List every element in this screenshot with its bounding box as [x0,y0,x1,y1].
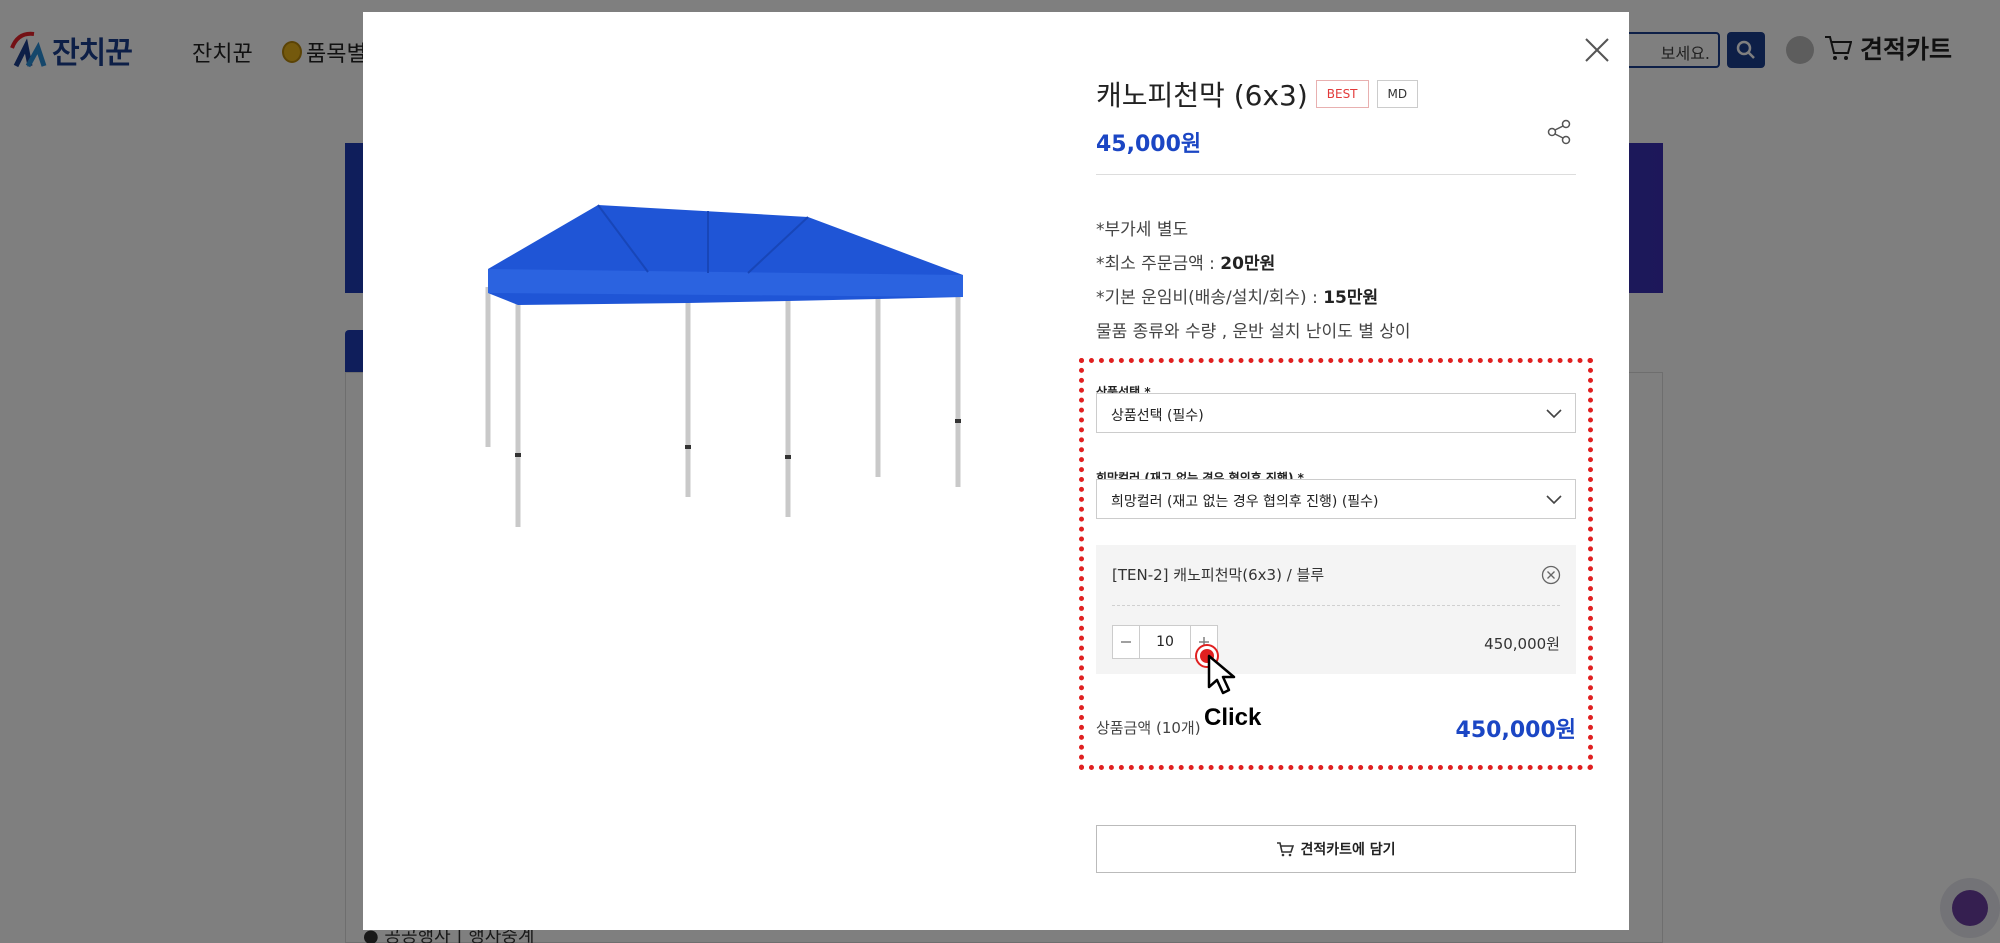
note-min-order: *최소 주문금액 : 20만원 [1096,254,1276,274]
total-price: 450,000원 [1455,718,1576,743]
close-icon [1585,38,1609,62]
product-title: 캐노피천막 (6x3) [1096,79,1308,112]
product-quickview-modal: 캐노피천막 (6x3) BEST MD 45,000원 *부가세 별도 *최소 … [363,12,1629,930]
chevron-down-icon [1546,409,1562,419]
selected-option-name: [TEN-2] 캐노피천막(6x3) / 블루 [1112,566,1325,584]
option-divider [1112,605,1560,606]
best-badge: BEST [1315,80,1369,108]
chevron-down-icon [1546,495,1562,505]
product-select[interactable]: 상품선택 (필수) [1096,393,1576,433]
note-vat: *부가세 별도 [1096,220,1189,240]
add-to-cart-button[interactable]: 견적카트에 담기 [1096,825,1576,873]
minus-icon [1121,641,1131,643]
add-to-cart-label: 견적카트에 담기 [1300,842,1396,858]
selected-option-item: [TEN-2] 캐노피천막(6x3) / 블루 10 450,000원 [1096,545,1576,674]
note-difficulty: 물품 종류와 수량 , 운반 설치 난이도 별 상이 [1096,322,1411,342]
product-select-value: 상품선택 (필수) [1111,408,1204,424]
quantity-input[interactable]: 10 [1139,626,1191,658]
cart-icon [1277,842,1295,857]
color-select[interactable]: 희망컬러 (재고 없는 경우 협의후 진행) (필수) [1096,479,1576,519]
color-select-value: 희망컬러 (재고 없는 경우 협의후 진행) (필수) [1111,494,1379,510]
note-shipping-fee: *기본 운임비(배송/설치/회수) : 15만원 [1096,288,1379,308]
product-price: 45,000원 [1096,132,1202,157]
price-divider [1096,174,1576,175]
share-icon[interactable] [1546,119,1572,145]
click-annotation: Click [1204,704,1262,731]
close-button[interactable] [1581,34,1613,66]
title-row: 캐노피천막 (6x3) BEST MD [1096,74,1419,114]
mouse-pointer-icon [1207,654,1236,695]
total-label: 상품금액 (10개) [1096,719,1201,737]
product-image [485,204,963,527]
remove-option-icon[interactable] [1541,565,1561,585]
selected-option-price: 450,000원 [1484,635,1560,653]
md-badge: MD [1376,80,1419,108]
quantity-decrease-button[interactable] [1113,626,1139,658]
